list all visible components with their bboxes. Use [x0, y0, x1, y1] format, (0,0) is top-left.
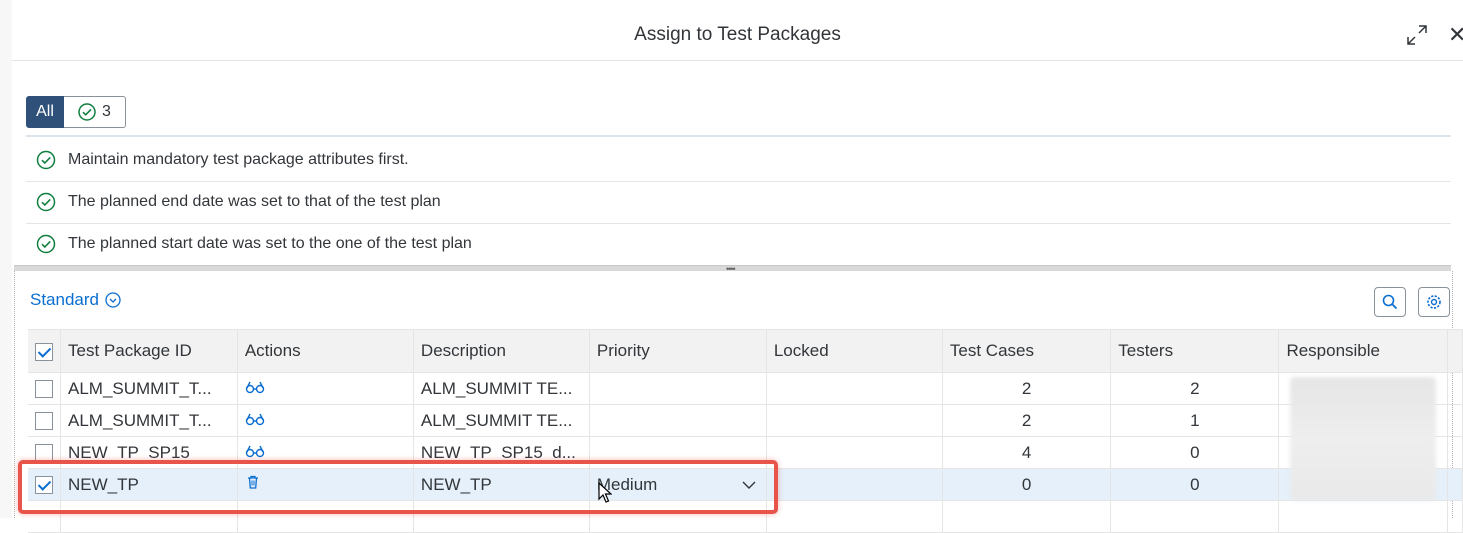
row-checkbox[interactable] — [35, 412, 53, 431]
description-cell: ALM_SUMMIT TE... — [413, 404, 590, 437]
actions-cell — [237, 372, 414, 405]
testers-cell: 0 — [1110, 436, 1280, 469]
message-text: The planned start date was set to the on… — [68, 235, 472, 252]
filter-divider — [26, 135, 1451, 137]
success-icon — [78, 103, 96, 121]
column-header[interactable]: Responsible — [1278, 329, 1448, 373]
search-icon — [1382, 294, 1398, 310]
table-row[interactable]: ALM_SUMMIT_T... ALM_SUMMIT TE... 2 1 — [28, 404, 1463, 437]
test-cases-cell: 2 — [942, 372, 1112, 405]
column-header[interactable]: Test Cases — [942, 329, 1112, 373]
test-cases-cell: 4 — [942, 436, 1112, 469]
description-cell: ALM_SUMMIT TE... — [413, 372, 590, 405]
priority-cell — [589, 404, 767, 437]
glasses-icon[interactable] — [245, 444, 265, 458]
background-strip — [0, 0, 12, 518]
table-header-row: Test Package ID Actions Description Prio… — [28, 329, 1463, 373]
success-icon — [36, 192, 58, 212]
select-all-cell[interactable] — [28, 329, 61, 373]
select-all-checkbox[interactable] — [35, 342, 53, 361]
mouse-cursor-icon — [598, 482, 612, 503]
package-id-cell: ALM_SUMMIT_T... — [60, 372, 238, 405]
locked-cell — [766, 436, 943, 469]
glasses-icon[interactable] — [245, 412, 265, 426]
filter-all-button[interactable]: All — [26, 96, 64, 128]
expand-icon — [1407, 25, 1427, 45]
search-button[interactable] — [1374, 287, 1406, 317]
highlight-annotation — [18, 460, 778, 514]
message-item: The planned start date was set to the on… — [26, 223, 1451, 265]
test-cases-cell: 2 — [942, 404, 1112, 437]
variant-selector[interactable]: Standard — [30, 290, 121, 310]
glasses-icon[interactable] — [245, 380, 265, 394]
message-item: Maintain mandatory test package attribut… — [26, 139, 1451, 182]
locked-cell — [766, 372, 943, 405]
message-text: Maintain mandatory test package attribut… — [68, 151, 409, 168]
column-header[interactable]: Test Package ID — [60, 329, 238, 373]
success-icon — [36, 234, 58, 254]
chevron-down-circle-icon — [105, 292, 121, 308]
close-button[interactable]: ✕ — [1448, 24, 1463, 46]
message-text: The planned end date was set to that of … — [68, 193, 441, 210]
column-header[interactable]: Testers — [1110, 329, 1280, 373]
table-row[interactable]: ALM_SUMMIT_T... ALM_SUMMIT TE... 2 2 — [28, 372, 1463, 405]
message-filter: All 3 — [26, 96, 126, 128]
package-id-cell: ALM_SUMMIT_T... — [60, 404, 238, 437]
resize-button[interactable] — [1404, 22, 1430, 48]
success-count: 3 — [102, 103, 111, 120]
testers-cell: 0 — [1110, 468, 1280, 501]
testers-cell: 1 — [1110, 404, 1280, 437]
testers-cell: 2 — [1110, 372, 1280, 405]
test-cases-cell: 0 — [942, 468, 1112, 501]
gear-icon — [1427, 295, 1441, 309]
locked-cell — [766, 404, 943, 437]
dialog-title: Assign to Test Packages — [634, 24, 841, 45]
column-header-spacer — [1447, 329, 1463, 373]
actions-cell — [237, 404, 414, 437]
filter-success-button[interactable]: 3 — [64, 96, 126, 128]
locked-cell — [766, 468, 943, 501]
responsible-redacted — [1290, 377, 1436, 500]
column-header[interactable]: Actions — [237, 329, 414, 373]
row-checkbox[interactable] — [35, 380, 53, 399]
dialog-header: Assign to Test Packages ✕ — [12, 12, 1463, 61]
variant-label: Standard — [30, 290, 99, 309]
column-header[interactable]: Description — [413, 329, 590, 373]
settings-button[interactable] — [1418, 287, 1450, 317]
priority-cell — [589, 372, 767, 405]
message-item: The planned end date was set to that of … — [26, 181, 1451, 224]
success-icon — [36, 150, 58, 170]
column-header[interactable]: Priority — [589, 329, 767, 373]
column-header[interactable]: Locked — [766, 329, 943, 373]
